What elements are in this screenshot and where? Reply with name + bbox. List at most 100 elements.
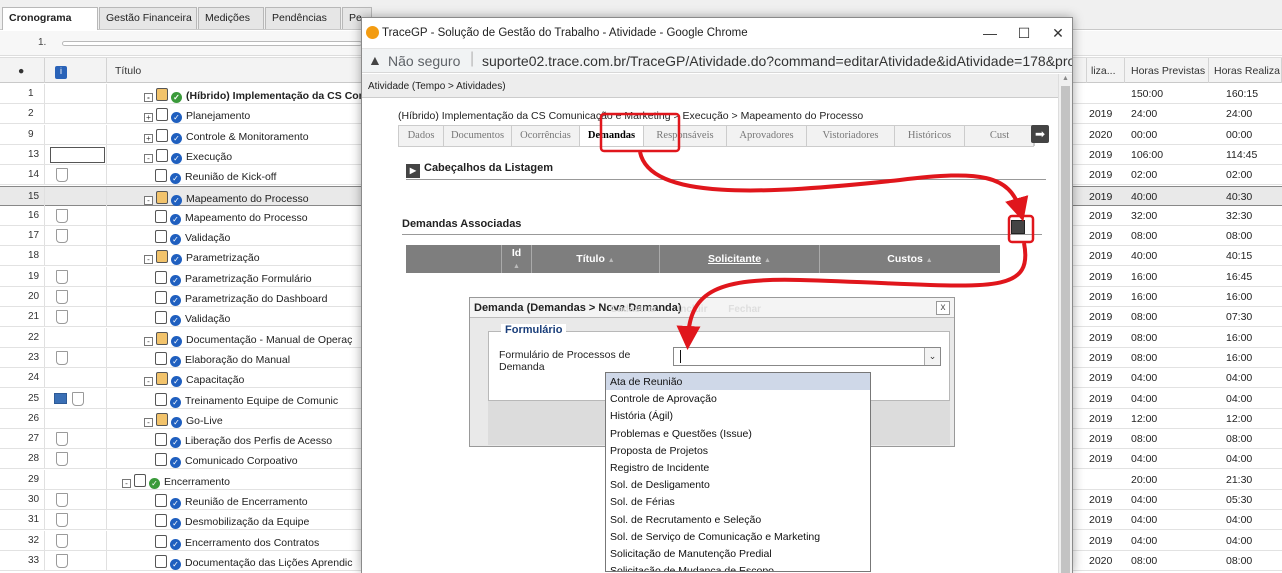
row-title-cell[interactable]: ✓ Encerramento dos Contratos xyxy=(155,534,364,550)
activity-tab-8[interactable]: Cust xyxy=(965,126,1035,146)
bookmark-icon[interactable] xyxy=(56,269,68,284)
row-title-cell[interactable]: ✓ Treinamento Equipe de Comunic xyxy=(155,392,364,408)
tab-0[interactable]: Cronograma xyxy=(2,7,98,30)
add-demand-button[interactable] xyxy=(1011,220,1025,234)
bookmark-icon[interactable] xyxy=(56,533,68,548)
scroll-thumb[interactable] xyxy=(1061,86,1070,573)
modal-close-icon[interactable]: x xyxy=(936,301,950,315)
row-title-cell[interactable]: + ✓ Controle & Monitoramento xyxy=(144,128,364,144)
dropdown-option[interactable]: Sol. de Férias xyxy=(606,493,870,510)
bookmark-icon[interactable] xyxy=(56,229,68,244)
expand-icon[interactable]: - xyxy=(144,377,153,387)
activity-tab-2[interactable]: Ocorrências xyxy=(512,126,580,146)
row-title-cell[interactable]: ✓ Validação xyxy=(155,311,364,327)
vertical-scrollbar[interactable]: ▲ xyxy=(1058,74,1072,573)
play-icon[interactable]: ▶ xyxy=(406,164,420,178)
row-title-cell[interactable]: ✓ Reunião de Kick-off xyxy=(155,169,364,185)
row-title-cell[interactable]: ✓ Desmobilização da Equipe xyxy=(155,514,364,530)
dropdown-option[interactable]: Sol. de Serviço de Comunicação e Marketi… xyxy=(606,528,870,545)
dropdown-option[interactable]: Solicitação de Manutenção Predial xyxy=(606,545,870,562)
row-title-cell[interactable]: ✓ Reunião de Encerramento xyxy=(155,494,364,509)
expand-icon[interactable]: - xyxy=(144,153,153,163)
activity-tab-1[interactable]: Documentos xyxy=(444,126,512,146)
url-text[interactable]: suporte02.trace.com.br/TraceGP/Atividade… xyxy=(482,53,1072,69)
row-title-cell[interactable]: + ✓ Planejamento xyxy=(144,108,364,124)
dropdown-option[interactable]: Ata de Reunião xyxy=(606,373,870,391)
column-header-horas-realizadas[interactable]: Horas Realiza xyxy=(1209,58,1282,83)
expand-icon[interactable]: - xyxy=(122,478,131,488)
expand-icon[interactable]: - xyxy=(144,93,153,102)
expand-icon[interactable]: + xyxy=(144,133,153,143)
tabs-next-arrow-icon[interactable]: ➡ xyxy=(1031,125,1049,143)
row-title-cell[interactable]: ✓ Documentação das Lições Aprendic xyxy=(155,554,364,570)
dropdown-option[interactable]: Proposta de Projetos xyxy=(606,442,870,459)
activity-tab-5[interactable]: Aprovadores xyxy=(727,126,807,146)
row-title-cell[interactable]: ✓ Comunicado Corpoativo xyxy=(155,453,364,469)
dropdown-option[interactable]: Controle de Aprovação xyxy=(606,390,870,407)
close-icon[interactable]: ✕ xyxy=(1046,24,1070,42)
dropdown-option[interactable]: Solicitação de Mudança de Escopo xyxy=(606,562,870,571)
activity-tab-4[interactable]: Responsáveis xyxy=(644,126,727,146)
bookmark-icon[interactable] xyxy=(56,432,68,447)
minimize-icon[interactable]: — xyxy=(978,24,1002,42)
row-title-cell[interactable]: - ✓ Capacitação xyxy=(144,372,364,388)
grid-header-custos[interactable]: Custos ▲ xyxy=(820,245,1000,273)
row-title-cell[interactable]: - ✓ Encerramento xyxy=(122,473,364,489)
expand-icon[interactable]: - xyxy=(144,336,153,346)
dropdown-option[interactable]: Registro de Incidente xyxy=(606,459,870,476)
maximize-icon[interactable]: ☐ xyxy=(1012,24,1036,42)
column-header-horas-previstas[interactable]: Horas Previstas xyxy=(1125,58,1209,83)
row-title-cell[interactable]: - ✓ Go-Live xyxy=(144,412,364,428)
bookmark-icon[interactable] xyxy=(56,350,68,365)
tab-1[interactable]: Gestão Financeira xyxy=(99,7,197,29)
activity-tab-6[interactable]: Vistoriadores xyxy=(807,126,895,146)
grid-header-solicitante[interactable]: Solicitante ▲ xyxy=(660,245,820,273)
row-title-cell[interactable]: - ✓ Documentação - Manual de Operaç xyxy=(144,331,364,347)
grid-header-id[interactable]: Id ▲ xyxy=(502,245,532,273)
bookmark-icon[interactable] xyxy=(56,452,68,467)
info-icon[interactable]: i xyxy=(45,58,107,83)
column-header-a[interactable]: liza... xyxy=(1085,58,1125,83)
bookmark-icon[interactable] xyxy=(56,290,68,304)
activity-tab-7[interactable]: Históricos xyxy=(895,126,965,146)
row-title-cell[interactable]: ✓ Validação xyxy=(155,230,364,246)
row-title-cell[interactable]: ✓ Parametrização do Dashboard xyxy=(155,291,364,306)
formulario-select[interactable]: ⌄ xyxy=(673,347,941,366)
status-check-icon: ✓ xyxy=(171,92,182,103)
chevron-down-icon[interactable]: ⌄ xyxy=(924,348,940,365)
dropdown-option[interactable]: História (Ágil) xyxy=(606,407,870,424)
bookmark-icon[interactable] xyxy=(56,208,68,223)
dropdown-option[interactable]: Sol. de Desligamento xyxy=(606,476,870,493)
bookmark-icon[interactable] xyxy=(56,553,68,568)
grid-header-titulo[interactable]: Título ▲ xyxy=(532,245,660,273)
expand-icon[interactable]: + xyxy=(144,113,153,123)
bookmark-icon[interactable] xyxy=(56,493,68,507)
tab-2[interactable]: Medições xyxy=(198,7,264,29)
bookmark-icon[interactable] xyxy=(56,168,68,183)
cabecalhos-header[interactable]: ▶ Cabeçalhos da Listagem xyxy=(406,162,553,178)
expand-icon[interactable]: - xyxy=(144,195,153,205)
calendar-icon[interactable] xyxy=(54,392,67,404)
bookmark-icon[interactable] xyxy=(72,391,84,406)
address-bar[interactable]: ▲ Não seguro | suporte02.trace.com.br/Tr… xyxy=(362,48,1072,73)
expand-icon[interactable]: - xyxy=(144,255,153,265)
row-title-cell[interactable]: - ✓ Mapeamento do Processo xyxy=(144,190,364,206)
row-title-cell[interactable]: ✓ Liberação dos Perfis de Acesso xyxy=(155,433,364,449)
row-title-cell[interactable]: ✓ Mapeamento do Processo xyxy=(155,209,364,225)
dropdown-option[interactable]: Sol. de Recrutamento e Seleção xyxy=(606,511,870,528)
dropdown-option[interactable]: Problemas e Questões (Issue) xyxy=(606,425,870,442)
row-title-cell[interactable]: - ✓ Execução xyxy=(144,148,364,164)
activity-tab-3[interactable]: Demandas xyxy=(580,126,644,146)
row-title-cell[interactable]: ✓ Parametrização Formulário xyxy=(155,270,364,286)
tab-3[interactable]: Pendências xyxy=(265,7,341,29)
expand-icon[interactable]: - xyxy=(144,417,153,427)
scroll-up-icon[interactable]: ▲ xyxy=(1062,75,1069,82)
bookmark-icon[interactable] xyxy=(56,310,68,325)
level-slider[interactable] xyxy=(62,41,362,46)
row-title-cell[interactable]: - ✓ (Híbrido) Implementação da CS Com xyxy=(144,88,364,103)
row-title-cell[interactable]: ✓ Elaboração do Manual xyxy=(155,351,364,367)
row-title-cell[interactable]: - ✓ Parametrização xyxy=(144,250,364,266)
activity-tab-0[interactable]: Dados xyxy=(399,126,444,146)
bookmark-icon[interactable] xyxy=(56,513,68,528)
edit-box[interactable] xyxy=(50,146,105,163)
